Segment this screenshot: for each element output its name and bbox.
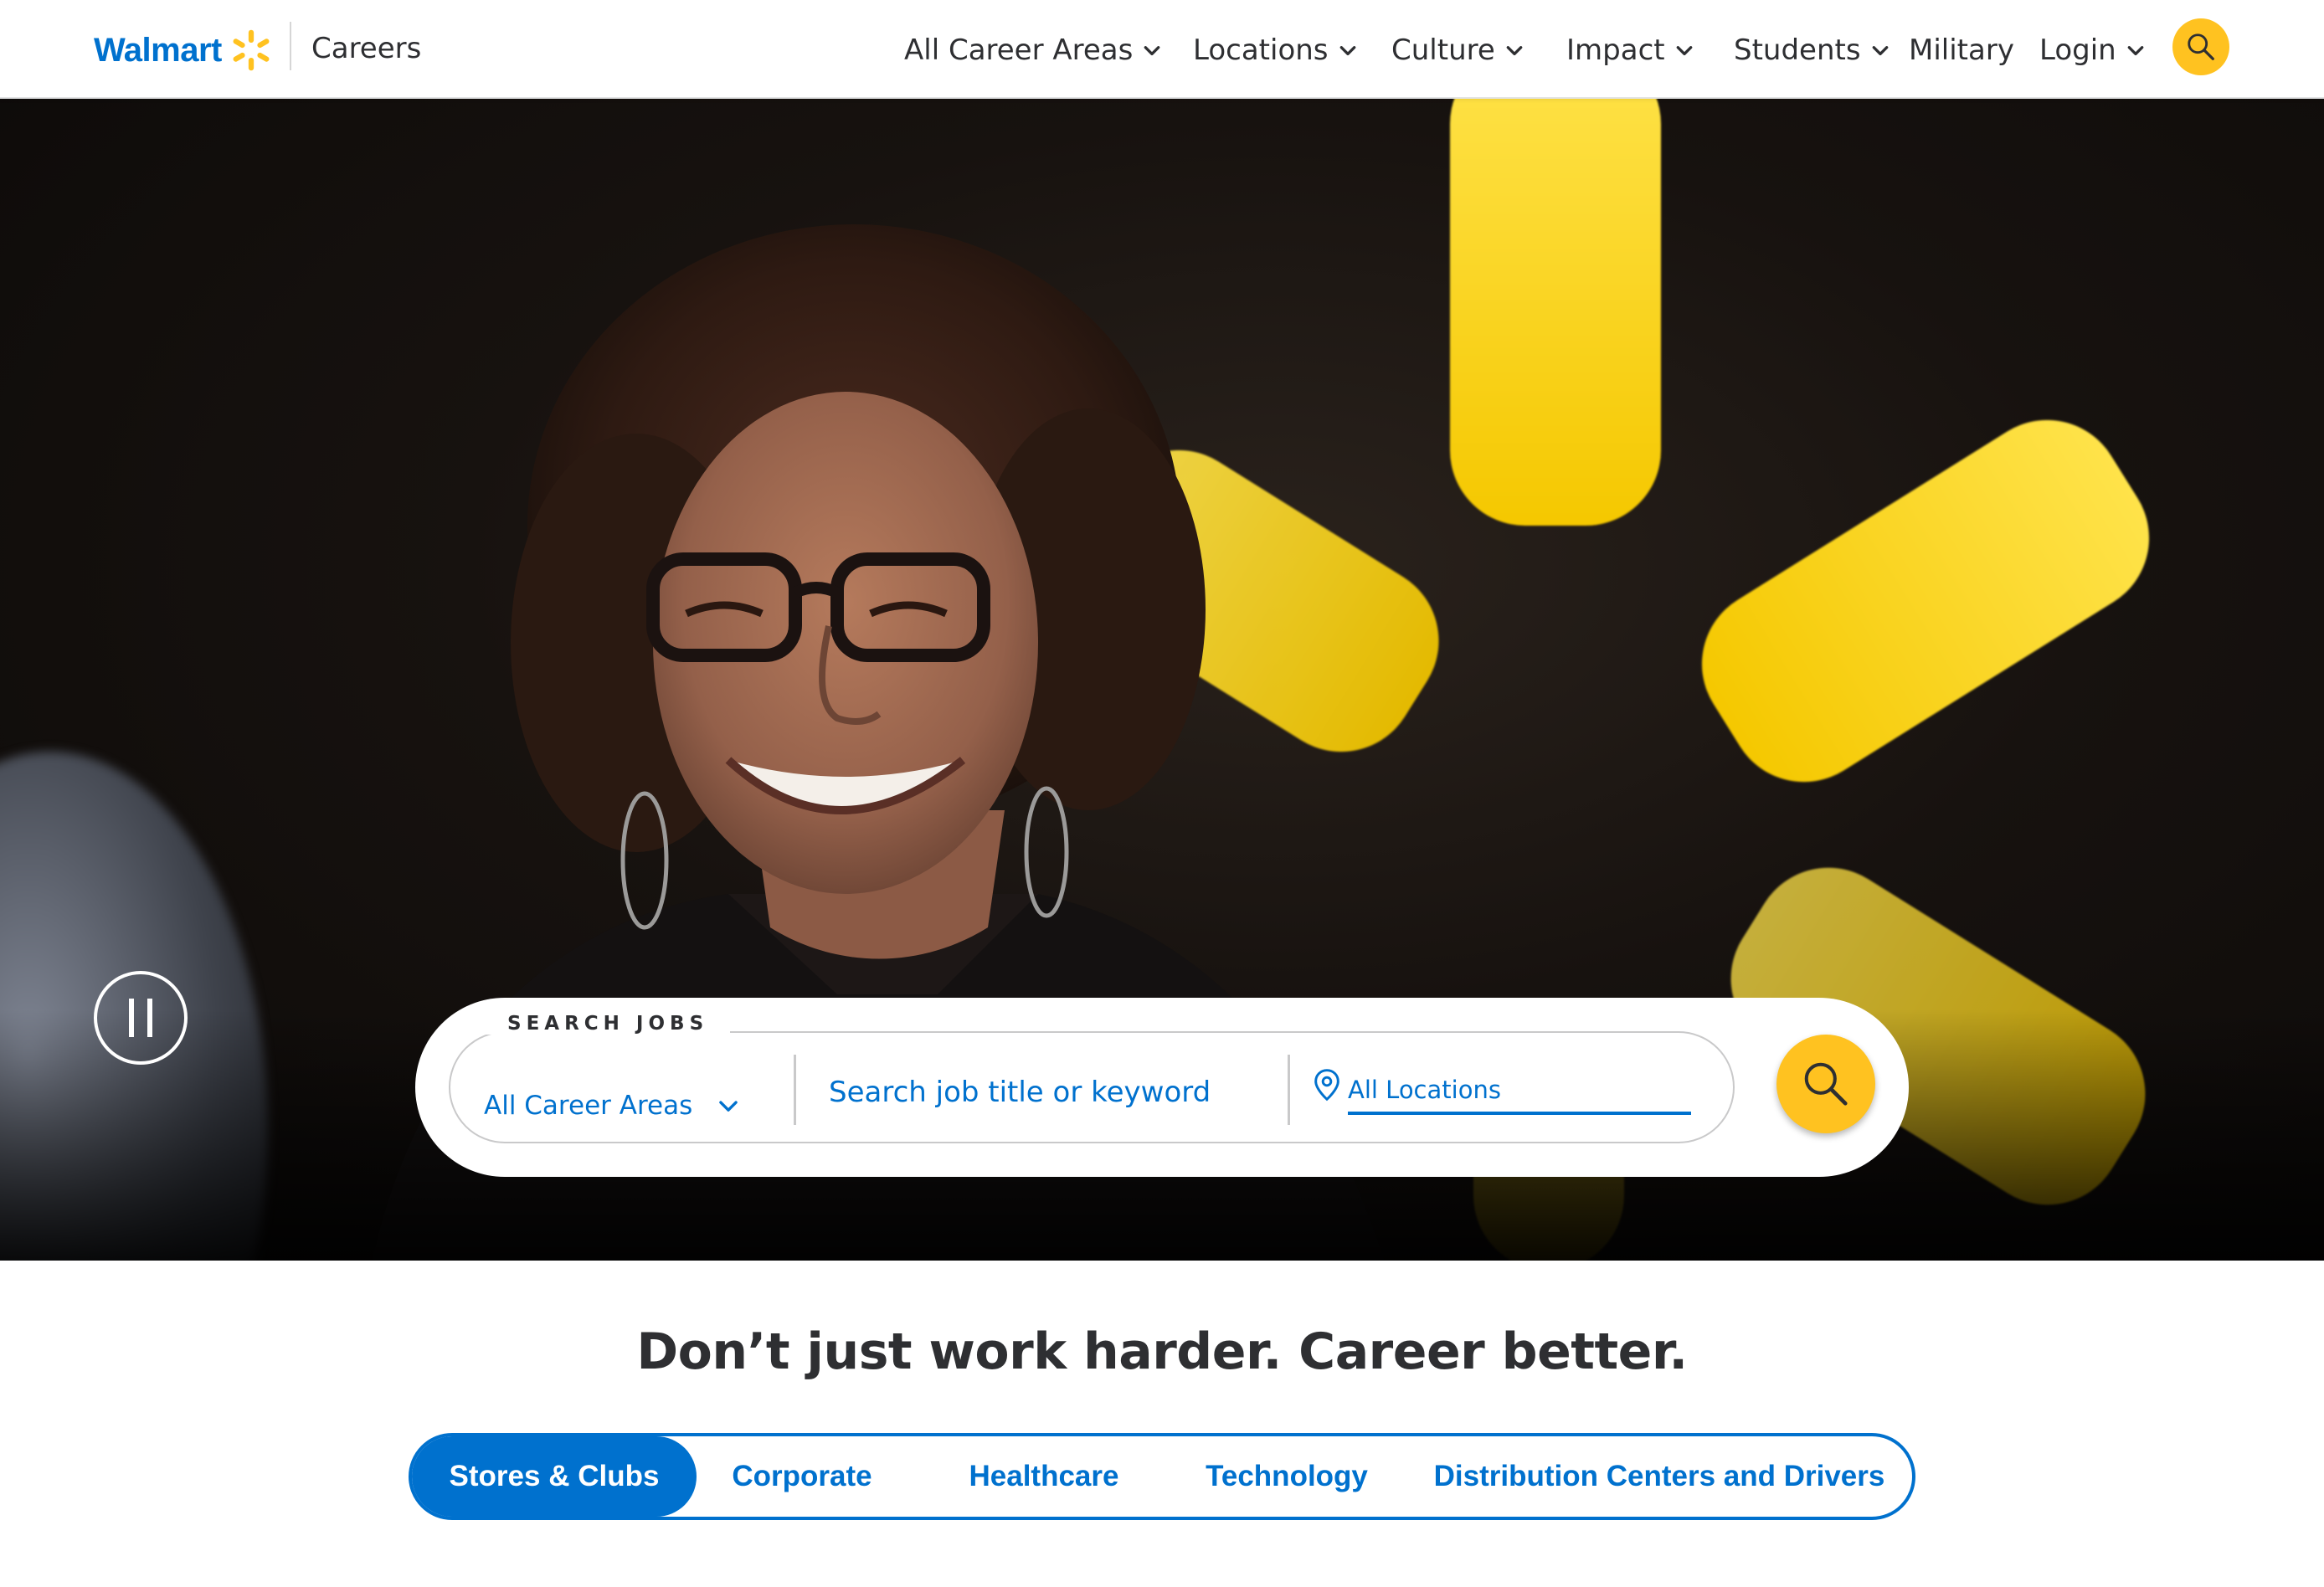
nav-label: All Career Areas <box>904 33 1134 67</box>
tab-technology[interactable]: Technology <box>1174 1436 1400 1517</box>
chevron-down-icon <box>719 1101 738 1112</box>
chevron-down-icon <box>1339 46 1355 56</box>
nav-item-impact[interactable]: Impact <box>1566 30 1694 70</box>
field-divider <box>794 1055 796 1125</box>
spark-logo-icon <box>233 29 270 71</box>
chevron-down-icon <box>1676 46 1692 56</box>
nav-label: Culture <box>1391 33 1495 67</box>
chevron-down-icon <box>2127 46 2144 56</box>
search-icon <box>1804 1062 1848 1106</box>
nav-label: Impact <box>1566 33 1665 67</box>
tab-label: Corporate <box>732 1460 872 1492</box>
careers-label[interactable]: Careers <box>311 32 421 65</box>
spark-ray-decoration <box>1450 99 1661 526</box>
search-submit-button[interactable] <box>1776 1035 1875 1133</box>
career-area-dropdown[interactable]: All Career Areas <box>484 1083 739 1128</box>
career-category-tabs: Stores & Clubs Corporate Healthcare Tech… <box>409 1433 1915 1520</box>
walmart-logo[interactable]: Walmart <box>94 25 274 75</box>
job-search-panel: SEARCH JOBS All Career Areas All Locatio… <box>415 998 1909 1177</box>
search-fields-group: All Career Areas All Locations <box>449 1031 1735 1143</box>
nav-item-students[interactable]: Students <box>1734 30 1890 70</box>
tab-label: Healthcare <box>969 1460 1119 1492</box>
logo-divider <box>290 22 291 70</box>
video-pause-button[interactable] <box>94 971 188 1065</box>
nav-label: Login <box>2039 33 2116 67</box>
career-area-value: All Career Areas <box>484 1091 693 1121</box>
location-pin-icon <box>1314 1069 1339 1102</box>
logo-wordmark: Walmart <box>94 31 222 69</box>
nav-label: Students <box>1734 33 1861 67</box>
nav-label: Military <box>1909 33 2014 67</box>
site-header: Walmart Careers All Career Areas Locatio… <box>0 0 2324 99</box>
nav-label: Locations <box>1193 33 1329 67</box>
nav-item-login[interactable]: Login <box>2039 30 2145 70</box>
field-divider <box>1288 1055 1290 1125</box>
chevron-down-icon <box>1506 46 1523 56</box>
location-value: All Locations <box>1348 1076 1501 1104</box>
nav-item-military[interactable]: Military <box>1909 30 2014 70</box>
location-input[interactable]: All Locations <box>1348 1068 1691 1115</box>
pause-icon <box>129 999 134 1037</box>
nav-item-culture[interactable]: Culture <box>1391 30 1524 70</box>
search-jobs-label: SEARCH JOBS <box>486 1013 731 1035</box>
spark-ray-decoration <box>1673 391 2178 811</box>
header-search-button[interactable] <box>2172 18 2229 75</box>
tab-label: Distribution Centers and Drivers <box>1433 1460 1885 1492</box>
keyword-search-input[interactable] <box>829 1070 1264 1115</box>
page-tagline: Don’t just work harder. Career better. <box>636 1322 1688 1381</box>
tab-stores-clubs[interactable]: Stores & Clubs <box>412 1436 697 1517</box>
chevron-down-icon <box>1144 46 1160 56</box>
tab-label: Stores & Clubs <box>449 1460 660 1492</box>
tab-corporate[interactable]: Corporate <box>710 1436 894 1517</box>
search-icon <box>2188 33 2214 60</box>
nav-item-all-career-areas[interactable]: All Career Areas <box>904 30 1161 70</box>
nav-item-locations[interactable]: Locations <box>1193 30 1357 70</box>
tab-distribution-centers-drivers[interactable]: Distribution Centers and Drivers <box>1433 1436 1885 1517</box>
tab-label: Technology <box>1206 1460 1368 1492</box>
pause-icon <box>147 999 152 1037</box>
tab-healthcare[interactable]: Healthcare <box>939 1436 1149 1517</box>
chevron-down-icon <box>1872 46 1888 56</box>
